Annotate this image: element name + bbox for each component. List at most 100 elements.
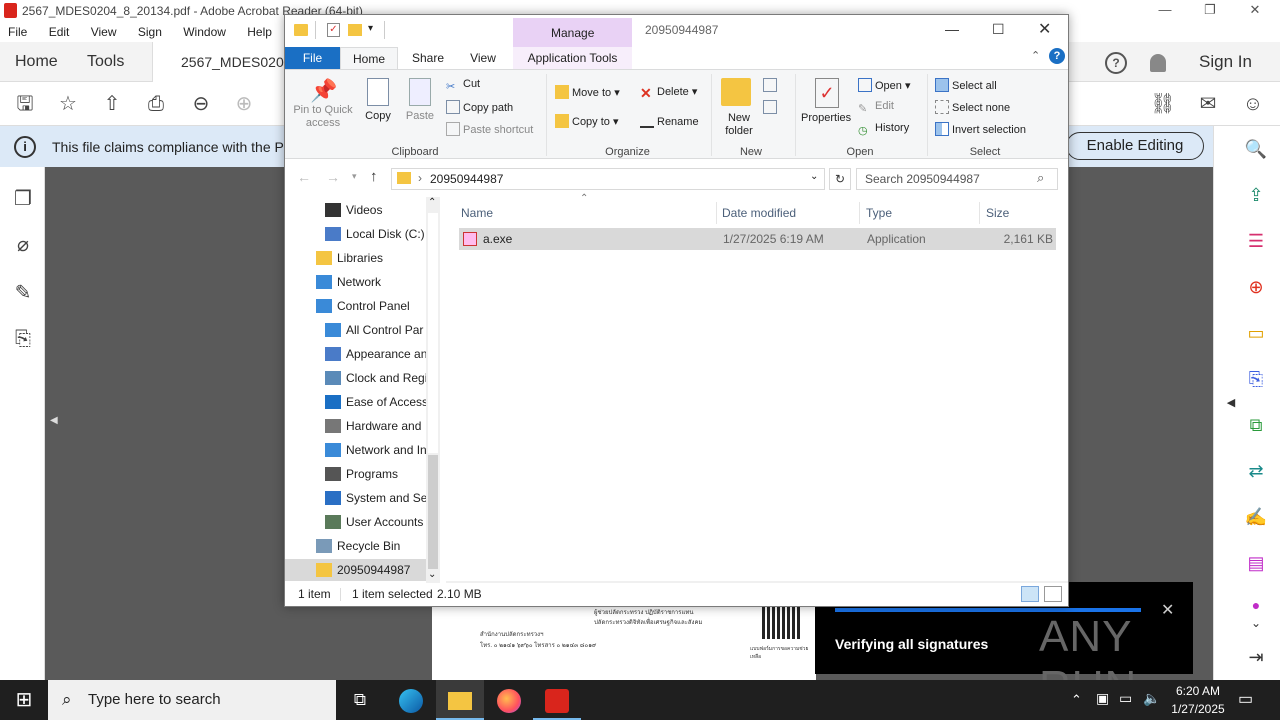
large-icons-view-icon[interactable] bbox=[1044, 586, 1062, 602]
search-zoom-icon[interactable]: 🔍 bbox=[1243, 136, 1269, 162]
move-to-button[interactable]: Move to ▾ bbox=[555, 85, 620, 99]
back-icon[interactable]: ← bbox=[297, 169, 311, 185]
restore-icon[interactable]: ❐ bbox=[1195, 2, 1225, 20]
refresh-icon[interactable]: ↻ bbox=[829, 168, 851, 190]
address-dropdown-icon[interactable]: ⌄ bbox=[810, 171, 818, 182]
export-icon[interactable]: ⇄ bbox=[1243, 458, 1269, 484]
taskbar-search[interactable]: ⌕ Type here to search bbox=[48, 680, 336, 720]
menu-window[interactable]: Window bbox=[175, 22, 226, 39]
maximize-icon[interactable]: ☐ bbox=[992, 21, 1005, 38]
column-type[interactable]: Type bbox=[866, 202, 892, 224]
notification-icon[interactable]: ▭ bbox=[1238, 689, 1253, 709]
network-icon[interactable]: ▭ bbox=[1119, 690, 1132, 707]
windows-start-icon[interactable]: ⊞ bbox=[0, 680, 48, 720]
signature-icon[interactable]: ✎ bbox=[10, 281, 36, 305]
tab-application-tools[interactable]: Application Tools bbox=[513, 47, 632, 69]
menu-view[interactable]: View bbox=[83, 22, 117, 39]
column-divider[interactable] bbox=[979, 202, 980, 224]
collapse-ribbon-icon[interactable]: ⌃ bbox=[1031, 49, 1040, 62]
pages-icon[interactable]: ❐ bbox=[10, 187, 36, 211]
table-row[interactable]: a.exe 1/27/2025 6:19 AM Application 2,16… bbox=[459, 228, 1056, 250]
manage-context-tab[interactable]: Manage bbox=[513, 18, 632, 47]
nav-scrollbar[interactable]: ⌃ ⌄ bbox=[426, 197, 440, 583]
column-divider[interactable] bbox=[859, 202, 860, 224]
paste-shortcut-button[interactable]: Paste shortcut bbox=[446, 122, 533, 136]
document-icon[interactable]: ▤ bbox=[1243, 550, 1269, 576]
tab-home[interactable]: Home bbox=[15, 53, 58, 71]
enable-editing-button[interactable]: Enable Editing bbox=[1066, 132, 1204, 160]
device-icon[interactable]: ▣ bbox=[1096, 690, 1109, 707]
customize-qat-icon[interactable]: ▾ bbox=[368, 23, 373, 34]
tab-share[interactable]: Share bbox=[403, 47, 453, 69]
help-icon[interactable]: ? bbox=[1049, 48, 1065, 64]
fill-sign-icon[interactable]: ✍ bbox=[1243, 504, 1269, 530]
collapse-left-icon[interactable]: ◀ bbox=[50, 415, 58, 426]
new-folder-icon[interactable] bbox=[721, 78, 751, 106]
add-user-icon[interactable]: ☺ bbox=[1240, 92, 1266, 116]
tab-view[interactable]: View bbox=[458, 47, 508, 69]
column-date-modified[interactable]: Date modified bbox=[722, 202, 796, 224]
nav-item[interactable]: 20950944987 bbox=[285, 559, 426, 581]
minimize-icon[interactable]: — bbox=[945, 21, 959, 37]
upload-icon[interactable]: ⇧ bbox=[99, 92, 125, 116]
link-icon[interactable]: ⛓ bbox=[1150, 92, 1176, 116]
minimize-icon[interactable]: — bbox=[1150, 2, 1180, 20]
properties-icon[interactable]: ✓ bbox=[815, 78, 839, 108]
comment-icon[interactable]: ▭ bbox=[1243, 320, 1269, 346]
invert-selection-button[interactable]: Invert selection bbox=[935, 122, 1026, 136]
compress-icon[interactable]: ⧉ bbox=[1243, 412, 1269, 438]
tab-tools[interactable]: Tools bbox=[87, 53, 124, 71]
bell-icon[interactable] bbox=[1150, 54, 1166, 72]
menu-file[interactable]: File bbox=[0, 22, 27, 39]
star-icon[interactable]: ☆ bbox=[55, 92, 81, 116]
mail-icon[interactable]: ✉ bbox=[1195, 92, 1221, 116]
menu-help[interactable]: Help bbox=[239, 22, 272, 39]
attachment-icon[interactable]: ⌀ bbox=[10, 233, 36, 257]
create-pdf-icon[interactable]: ⊕ bbox=[1243, 274, 1269, 300]
new-folder-quick-icon[interactable] bbox=[348, 24, 362, 36]
menu-sign[interactable]: Sign bbox=[130, 22, 162, 39]
scroll-up-icon[interactable]: ⌃ bbox=[428, 197, 436, 208]
properties-label[interactable]: Properties bbox=[801, 112, 851, 124]
tab-document[interactable]: 2567_MDES0204 bbox=[152, 42, 292, 82]
new-item-icon[interactable] bbox=[763, 78, 777, 92]
select-none-button[interactable]: Select none bbox=[935, 100, 1010, 114]
zoom-icon[interactable]: ⊖ bbox=[188, 92, 214, 116]
new-folder-label[interactable]: New folder bbox=[721, 112, 757, 138]
copy-to-button[interactable]: Copy to ▾ bbox=[555, 114, 619, 128]
clock-time[interactable]: 6:20 AM bbox=[1172, 684, 1224, 698]
task-view-icon[interactable]: ⧉ bbox=[336, 680, 384, 720]
properties-quick-icon[interactable]: ✓ bbox=[327, 23, 340, 37]
column-size[interactable]: Size bbox=[986, 202, 1009, 224]
open-button[interactable]: Open ▾ bbox=[858, 78, 911, 92]
volume-icon[interactable]: 🔈 bbox=[1143, 690, 1160, 707]
recent-locations-icon[interactable]: ▾ bbox=[352, 171, 357, 182]
show-hidden-icons-icon[interactable]: ⌃ bbox=[1071, 692, 1082, 708]
firefox-icon[interactable] bbox=[485, 680, 533, 720]
easy-access-icon[interactable] bbox=[763, 100, 777, 114]
chevron-down-icon[interactable]: ⌄ bbox=[1243, 610, 1269, 636]
edit-button[interactable]: ✎ Edit bbox=[858, 100, 894, 116]
details-view-icon[interactable] bbox=[1021, 586, 1039, 602]
edge-icon[interactable] bbox=[387, 680, 435, 720]
paste-button[interactable]: Paste bbox=[403, 78, 437, 122]
sign-in-button[interactable]: Sign In bbox=[1199, 52, 1252, 72]
scroll-down-icon[interactable]: ⌄ bbox=[428, 569, 436, 580]
export-pdf-icon[interactable]: ⇪ bbox=[1243, 182, 1269, 208]
help-icon[interactable]: ? bbox=[1105, 52, 1127, 74]
column-name[interactable]: Name bbox=[461, 202, 493, 224]
scroll-thumb[interactable] bbox=[428, 455, 438, 569]
tab-home[interactable]: Home bbox=[340, 47, 398, 70]
cut-button[interactable]: ✂ Cut bbox=[446, 78, 480, 94]
copy-button[interactable]: Copy bbox=[361, 78, 395, 122]
rename-button[interactable]: Rename bbox=[640, 114, 699, 128]
copy-path-button[interactable]: Copy path bbox=[446, 100, 513, 114]
search-box[interactable]: Search 20950944987 ⌕ bbox=[856, 168, 1058, 190]
address-bar[interactable]: › 20950944987 ⌄ bbox=[391, 168, 825, 190]
acrobat-taskbar-icon[interactable] bbox=[533, 680, 581, 720]
history-button[interactable]: ◷ History bbox=[858, 122, 909, 138]
page-up-icon[interactable]: ⊕ bbox=[231, 92, 257, 116]
menu-edit[interactable]: Edit bbox=[41, 22, 70, 39]
pin-quick-access-button[interactable]: 📌 Pin to Quick access bbox=[291, 78, 355, 130]
delete-button[interactable]: ✕ Delete ▾ bbox=[640, 85, 697, 101]
